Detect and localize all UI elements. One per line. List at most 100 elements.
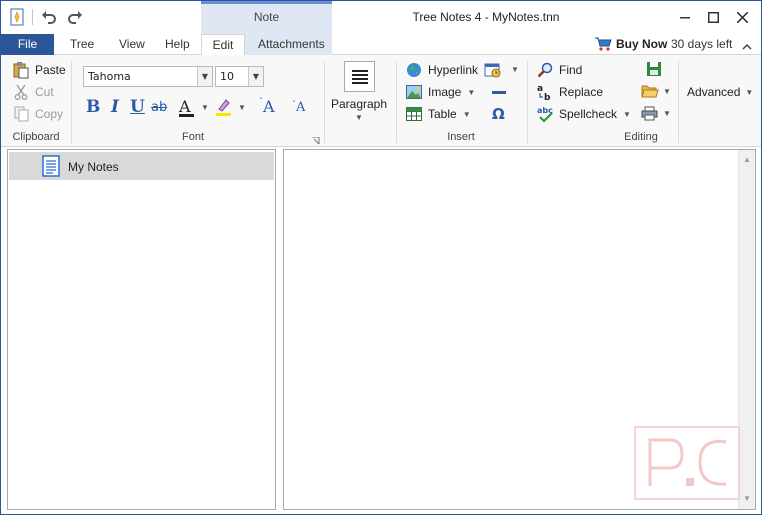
shrink-font-button[interactable]: ˇA [292, 100, 305, 115]
shrink-font-glyph: A [296, 100, 306, 115]
undo-icon[interactable] [39, 7, 59, 27]
cut-label: Cut [35, 85, 54, 99]
italic-button[interactable]: I [111, 97, 119, 117]
tab-edit[interactable]: Edit [201, 34, 245, 56]
highlight-button[interactable] [215, 97, 233, 117]
spellcheck-button[interactable]: abc Spellcheck ▼ [536, 104, 631, 124]
globe-icon [405, 61, 423, 79]
paste-icon [12, 61, 30, 79]
scroll-down-icon[interactable]: ▼ [743, 494, 751, 503]
app-icon[interactable] [7, 7, 27, 27]
clipboard-group-label: Clipboard [12, 131, 60, 143]
magnifier-icon [536, 61, 554, 79]
tab-help[interactable]: Help [165, 37, 190, 51]
chevron-down-icon: ▼ [663, 87, 671, 96]
advanced-label: Advanced [687, 85, 741, 99]
image-icon [405, 83, 423, 101]
open-button[interactable]: ▼ [641, 84, 671, 100]
strikethrough-button[interactable]: ab [151, 100, 167, 115]
find-button[interactable]: Find [536, 60, 582, 80]
replace-button[interactable]: ab Replace [536, 82, 603, 102]
font-size-value: 10 [220, 70, 234, 83]
horizontal-line-icon[interactable] [492, 91, 506, 94]
chevron-down-icon: ▼ [462, 109, 471, 119]
table-button[interactable]: Table ▼ [405, 104, 471, 124]
notes-tree-pane[interactable]: My Notes [7, 149, 276, 510]
paste-button[interactable]: Paste [12, 60, 66, 80]
image-label: Image [428, 85, 462, 99]
chevron-down-icon: ▼ [467, 87, 476, 97]
chevron-down-icon[interactable]: ▼ [197, 67, 212, 86]
image-button[interactable]: Image ▼ [405, 82, 475, 102]
group-separator [678, 61, 679, 143]
paragraph-button[interactable]: Paragraph ▼ [330, 60, 388, 126]
tab-attachments[interactable]: Attachments [258, 37, 325, 51]
copy-label: Copy [35, 107, 64, 121]
group-separator [71, 61, 72, 143]
find-label: Find [559, 63, 583, 77]
folder-icon [641, 85, 659, 98]
floppy-disk-icon [647, 62, 661, 76]
font-family-select[interactable]: Tahoma ▼ [83, 66, 213, 87]
font-color-button[interactable]: A [179, 97, 195, 119]
table-label: Table [428, 107, 457, 121]
underline-button[interactable]: U [130, 97, 145, 117]
tree-item-label: My Notes [68, 160, 119, 174]
chevron-down-icon: ▼ [511, 65, 519, 74]
svg-text:a: a [537, 84, 543, 94]
scissors-icon [12, 83, 30, 101]
cut-button[interactable]: Cut [12, 82, 54, 102]
buy-now-link[interactable]: Buy Now [616, 37, 667, 51]
grow-font-glyph: A [263, 97, 275, 116]
chevron-down-icon[interactable]: ▼ [248, 67, 263, 86]
copy-button[interactable]: Copy [12, 104, 63, 124]
paragraph-label: Paragraph [330, 97, 388, 111]
tab-view[interactable]: View [119, 37, 145, 51]
chevron-down-icon: ▼ [623, 109, 631, 119]
spellcheck-icon: abc [536, 105, 554, 123]
chevron-down-icon[interactable]: ▼ [201, 103, 209, 112]
maximize-button[interactable] [698, 1, 728, 33]
chevron-down-icon: ▼ [663, 109, 671, 118]
title-bar: Note Tree Notes 4 - MyNotes.tnn [1, 1, 761, 34]
save-button[interactable] [646, 61, 662, 77]
symbol-omega-button[interactable]: Ω [492, 105, 505, 123]
hyperlink-button[interactable]: Hyperlink [405, 60, 478, 80]
paste-label: Paste [35, 63, 66, 77]
font-size-select[interactable]: 10 ▼ [215, 66, 264, 87]
scroll-up-icon[interactable]: ▲ [743, 155, 751, 164]
vertical-scrollbar[interactable]: ▲ ▼ [738, 150, 755, 509]
cart-icon[interactable] [594, 36, 612, 52]
insert-group-label: Insert [447, 131, 475, 143]
group-separator [527, 61, 528, 143]
group-separator [396, 61, 397, 143]
highlighter-icon [216, 99, 231, 116]
minimize-button[interactable] [670, 1, 700, 33]
window-title: Tree Notes 4 - MyNotes.tnn [412, 10, 560, 24]
chevron-down-icon[interactable]: ▼ [238, 103, 246, 112]
watermark-logo [634, 426, 740, 500]
paragraph-icon [344, 61, 375, 92]
note-document-icon [42, 155, 60, 177]
bold-button[interactable]: B [86, 97, 100, 117]
replace-label: Replace [559, 85, 604, 99]
redo-icon[interactable] [65, 7, 85, 27]
collapse-ribbon-icon[interactable] [742, 39, 752, 53]
grow-font-button[interactable]: ˆA [259, 97, 275, 116]
insert-date-time-button[interactable]: ▼ [484, 62, 519, 78]
tree-item[interactable]: My Notes [9, 152, 274, 180]
print-button[interactable]: ▼ [641, 106, 671, 122]
font-group-label: Font [181, 131, 204, 143]
font-dialog-launcher-icon[interactable] [312, 134, 320, 148]
advanced-button[interactable]: Advanced ▼ [687, 82, 753, 102]
app-window: Note Tree Notes 4 - MyNotes.tnn File Tre… [0, 0, 762, 515]
printer-icon [641, 106, 658, 121]
close-button[interactable] [727, 1, 757, 33]
tab-tree[interactable]: Tree [70, 37, 94, 51]
font-family-value: Tahoma [88, 70, 131, 83]
copy-icon [12, 105, 30, 123]
group-separator [324, 61, 325, 143]
tab-file[interactable]: File [1, 34, 54, 55]
hyperlink-label: Hyperlink [428, 63, 479, 77]
replace-icon: ab [536, 83, 554, 101]
